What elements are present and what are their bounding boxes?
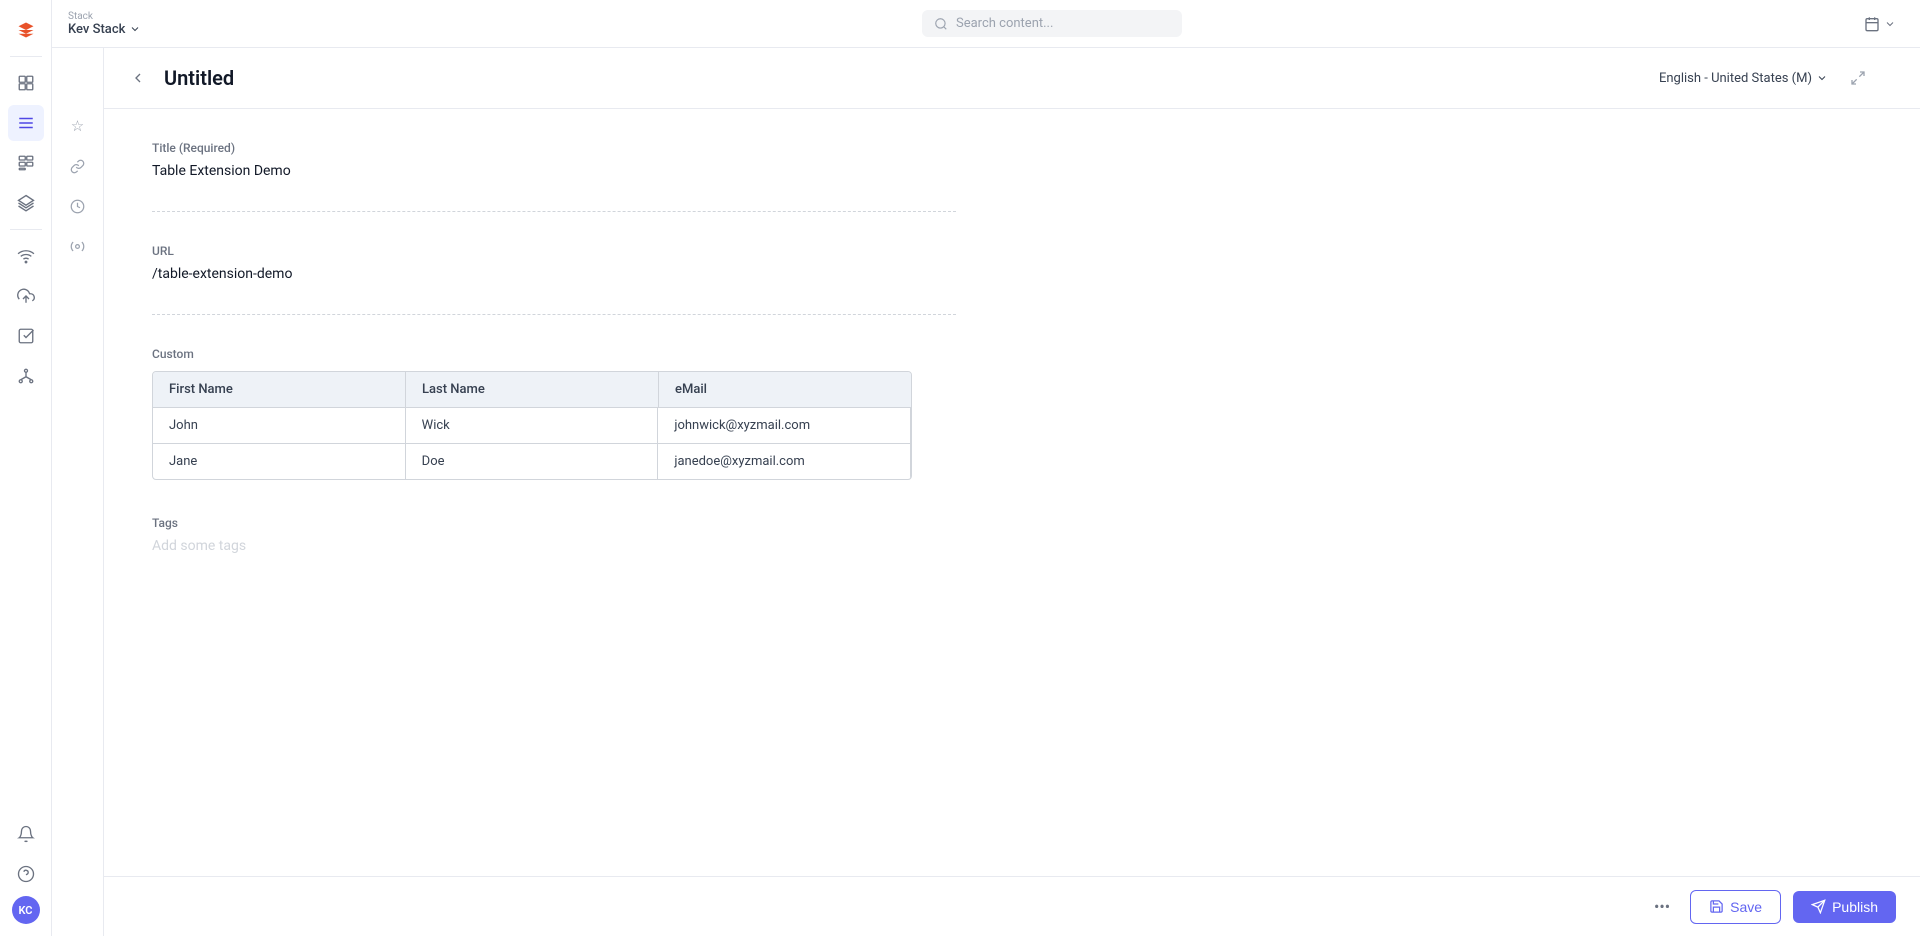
sidebar-icon-upload[interactable] <box>8 278 44 314</box>
row-actions-0 <box>899 414 912 438</box>
more-button[interactable]: ••• <box>1646 891 1678 922</box>
secondary-icon-settings2[interactable] <box>60 228 96 264</box>
brand-name-selector[interactable]: Kev Stack <box>68 22 141 37</box>
save-icon <box>1709 899 1724 914</box>
topbar-search-area: Search content... <box>260 10 1844 37</box>
page-header: Untitled English - United States (M) <box>104 48 1920 109</box>
table-row: John Wick johnwick@xyzmail.com <box>153 407 911 443</box>
row-delete-button-1[interactable] <box>905 450 912 474</box>
tags-field-label: Tags <box>152 516 956 530</box>
publish-icon <box>1811 899 1826 914</box>
sidebar-icon-help[interactable] <box>8 856 44 892</box>
topbar-right <box>1856 12 1904 36</box>
sidebar-bottom: KC <box>8 816 44 924</box>
title-field-label: Title (Required) <box>152 141 956 155</box>
title-section: Title (Required) Table Extension Demo <box>152 141 956 212</box>
title-field-value[interactable]: Table Extension Demo <box>152 163 956 179</box>
secondary-icon-link[interactable] <box>60 148 96 184</box>
url-field-label: URL <box>152 244 956 258</box>
sidebar-divider-top <box>10 56 42 57</box>
sidebar-icon-network[interactable] <box>8 358 44 394</box>
custom-section-label: Custom <box>152 347 956 361</box>
sidebar-divider-mid <box>10 229 42 230</box>
table-cell-lastname-0[interactable]: Wick <box>406 408 659 443</box>
custom-table: First Name Last Name eMail John Wick joh… <box>152 371 912 480</box>
primary-sidebar: KC <box>0 0 52 936</box>
publish-button[interactable]: Publish <box>1793 891 1896 923</box>
back-button[interactable] <box>124 64 152 92</box>
search-icon <box>934 17 948 31</box>
tags-field-placeholder[interactable]: Add some tags <box>152 538 956 554</box>
table-header-firstname: First Name <box>153 372 406 407</box>
bottom-bar: ••• Save Publish <box>104 876 1920 936</box>
avatar[interactable]: KC <box>12 896 40 924</box>
table-header-row: First Name Last Name eMail <box>153 372 911 407</box>
secondary-icon-clock[interactable] <box>60 188 96 224</box>
main-wrapper: Untitled English - United States (M) Tit… <box>104 48 1920 936</box>
table-header-email: eMail <box>659 372 911 407</box>
sidebar-icon-list[interactable] <box>8 105 44 141</box>
secondary-sidebar: ☆ <box>52 48 104 936</box>
brand-stack-label: Stack <box>68 11 141 22</box>
custom-section: Custom First Name Last Name eMail John W… <box>152 347 956 484</box>
calendar-button[interactable] <box>1856 12 1904 36</box>
sidebar-icon-components[interactable] <box>8 145 44 181</box>
sidebar-icon-check[interactable] <box>8 318 44 354</box>
sidebar-icon-wifi[interactable] <box>8 238 44 274</box>
page-title: Untitled <box>164 66 1651 90</box>
sidebar-icon-dashboard[interactable] <box>8 65 44 101</box>
logo-icon[interactable] <box>8 12 44 48</box>
topbar: Stack Kev Stack Search content... <box>52 0 1920 48</box>
fullscreen-button[interactable] <box>1844 64 1872 92</box>
table-cell-email-0[interactable]: johnwick@xyzmail.com <box>658 408 911 443</box>
calendar-icon <box>1864 16 1880 32</box>
url-field-value[interactable]: /table-extension-demo <box>152 266 956 282</box>
sidebar-icon-layers[interactable] <box>8 185 44 221</box>
calendar-chevron-icon <box>1884 18 1896 30</box>
form-content: Title (Required) Table Extension Demo UR… <box>104 109 1004 650</box>
row-actions-1 <box>899 450 912 474</box>
locale-selector[interactable]: English - United States (M) <box>1651 67 1836 90</box>
row-delete-button-0[interactable] <box>905 414 912 438</box>
search-placeholder: Search content... <box>956 16 1053 31</box>
locale-chevron-icon <box>1816 72 1828 84</box>
sidebar-icon-bell[interactable] <box>8 816 44 852</box>
content-area: Untitled English - United States (M) Tit… <box>104 48 1920 936</box>
table-cell-email-1[interactable]: janedoe@xyzmail.com <box>658 444 911 479</box>
brand-info: Stack Kev Stack <box>68 11 141 37</box>
secondary-icon-star[interactable]: ☆ <box>60 108 96 144</box>
table-cell-firstname-1[interactable]: Jane <box>153 444 406 479</box>
tags-section: Tags Add some tags <box>152 516 956 586</box>
search-box[interactable]: Search content... <box>922 10 1182 37</box>
save-button[interactable]: Save <box>1690 890 1781 924</box>
url-section: URL /table-extension-demo <box>152 244 956 315</box>
table-cell-firstname-0[interactable]: John <box>153 408 406 443</box>
table-header-lastname: Last Name <box>406 372 659 407</box>
table-row: Jane Doe janedoe@xyzmail.com <box>153 443 911 479</box>
table-cell-lastname-1[interactable]: Doe <box>406 444 659 479</box>
